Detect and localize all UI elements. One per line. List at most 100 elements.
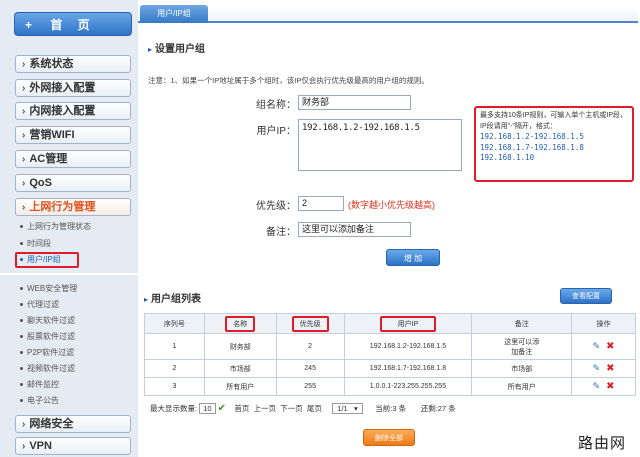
column-header-remark: 备注 [471, 313, 573, 334]
bullet-icon [20, 303, 23, 307]
remark-label: 备注： [266, 227, 296, 238]
submenu-video-filter[interactable]: 视频软件过滤 [20, 363, 75, 374]
menu-ac-management[interactable]: › AC管理 [15, 150, 131, 168]
tab-bar: 用户/IP组 [138, 5, 638, 23]
remark-input[interactable]: 这里可以添加备注 [298, 222, 411, 237]
view-config-button[interactable]: 查看配置 [560, 288, 612, 304]
home-icon: + [25, 18, 33, 32]
home-label: 首 页 [50, 18, 96, 32]
cell-name: 市场部 [203, 359, 277, 378]
bullet-icon [20, 399, 23, 403]
priority-label: 优先级： [256, 201, 296, 212]
cell-remark: 所有用户 [471, 377, 573, 396]
submenu-web-security[interactable]: WEB安全管理 [20, 283, 77, 294]
user-group-list-panel: ▸ 用户组列表 查看配置 序列号 名称 优先级 用户IP 备注 操作 1 财务部 … [138, 275, 640, 457]
group-name-input[interactable]: 财务部 [298, 95, 411, 110]
triangle-right-icon: ▸ [144, 295, 149, 304]
table-row: 3 所有用户 255 1.0.0.1-223.255.255.255 所有用户 … [144, 377, 636, 396]
form-section-title: ▸ 设置用户组 [148, 44, 206, 55]
column-header-user-ip: 用户IP [343, 313, 473, 334]
menu-vpn[interactable]: › VPN [15, 437, 131, 455]
submenu-time-period[interactable]: 时间段 [20, 238, 51, 249]
confirm-check-icon[interactable]: ✔ [218, 403, 226, 414]
first-page-link[interactable]: 首页 [234, 404, 249, 413]
ip-format-help: 最多支持10条IP规则，可输入单个主机或IP段，IP段请用"-"隔开，格式： 1… [474, 106, 634, 182]
prev-page-link[interactable]: 上一页 [254, 404, 277, 413]
submenu-proxy-filter[interactable]: 代理过滤 [20, 299, 59, 310]
menu-qos[interactable]: › QoS [15, 174, 131, 192]
bullet-icon [20, 367, 23, 371]
chevron-right-icon: › [22, 154, 26, 165]
help-example: 192.168.1.10 [480, 153, 535, 162]
cell-ip: 1.0.0.1-223.255.255.255 [343, 377, 473, 396]
last-page-link[interactable]: 尾页 [307, 404, 322, 413]
cell-ip: 192.168.1.2-192.168.1.5 [343, 333, 473, 360]
delete-icon[interactable]: ✖ [606, 363, 614, 374]
bullet-icon [20, 351, 23, 355]
priority-input[interactable]: 2 [298, 196, 344, 211]
bullet-icon [20, 335, 23, 339]
triangle-right-icon: ▸ [148, 45, 153, 54]
menu-wan-config[interactable]: › 外网接入配置 [15, 79, 131, 97]
chevron-down-icon: › [22, 202, 26, 213]
help-text: 最多支持10条IP规则，可输入单个主机或IP段，IP段请用"-"隔开，格式： [480, 112, 628, 130]
menu-lan-config[interactable]: › 内网接入配置 [15, 102, 131, 120]
next-page-link[interactable]: 下一页 [280, 404, 303, 413]
delete-icon[interactable]: ✖ [606, 381, 614, 392]
delete-all-button[interactable]: 删除全部 [363, 429, 415, 446]
home-button[interactable]: + 首 页 [14, 12, 132, 36]
max-display-label: 最大显示数量: [150, 404, 198, 413]
submenu-chat-filter[interactable]: 聊天软件过滤 [20, 315, 75, 326]
edit-icon[interactable]: ✎ [593, 381, 601, 391]
bullet-icon [20, 242, 23, 246]
chevron-right-icon: › [22, 106, 26, 117]
priority-hint: (数字越小优先级越高) [348, 200, 435, 210]
menu-marketing-wifi[interactable]: › 营销WIFI [15, 126, 131, 144]
cell-name: 财务部 [203, 333, 277, 360]
cell-ip: 192.168.1.7-192.168.1.8 [343, 359, 473, 378]
submenu-behavior-status[interactable]: 上网行为管理状态 [20, 221, 91, 232]
form-note: 注意：1、如果一个IP地址属于多个组时，该IP仅会执行优先级最高的用户组的规则。 [148, 76, 429, 85]
delete-icon[interactable]: ✖ [606, 341, 614, 352]
menu-network-security[interactable]: › 网络安全 [15, 415, 131, 433]
help-example: 192.168.1.7-192.168.1.8 [480, 142, 584, 152]
table-row: 1 财务部 2 192.168.1.2-192.168.1.5 这里可以添 加备注… [144, 333, 636, 360]
cell-actions: ✎ ✖ [571, 359, 636, 378]
tab-user-ip-group[interactable]: 用户/IP组 [140, 5, 208, 23]
submenu-mail-monitor[interactable]: 邮件监控 [20, 379, 59, 390]
submenu-user-ip-group[interactable]: 用户/IP组 [15, 252, 79, 268]
bullet-icon [20, 225, 23, 229]
cell-id: 1 [144, 333, 205, 360]
cell-priority: 255 [275, 377, 345, 396]
cell-remark: 市场部 [471, 359, 573, 378]
table-header-row: 序列号 名称 优先级 用户IP 备注 操作 [144, 313, 636, 334]
submenu-stock-filter[interactable]: 股票软件过滤 [20, 331, 75, 342]
edit-icon[interactable]: ✎ [593, 363, 601, 373]
cell-id: 2 [144, 359, 205, 378]
cell-priority: 245 [275, 359, 345, 378]
chevron-right-icon: › [22, 178, 26, 189]
edit-icon[interactable]: ✎ [593, 341, 601, 351]
cell-priority: 2 [275, 333, 345, 360]
sidebar: + 首 页 › 系统状态 › 外网接入配置 › 内网接入配置 › 营销WIFI › AC管… [0, 0, 138, 457]
watermark: 路由网 [578, 435, 627, 452]
user-group-form-panel: 用户/IP组 ▸ 设置用户组 注意：1、如果一个IP地址属于多个组时，该IP仅会执… [138, 0, 640, 273]
bullet-icon [20, 319, 23, 323]
bullet-icon [20, 258, 23, 262]
max-display-input[interactable]: 10 [199, 403, 216, 414]
add-button[interactable]: 增 加 [386, 249, 440, 266]
page-select[interactable]: 1/1 ▾ [332, 403, 363, 414]
submenu-p2p-filter[interactable]: P2P软件过滤 [20, 347, 74, 358]
column-header-id: 序列号 [144, 313, 205, 334]
user-ip-textarea[interactable]: 192.168.1.2-192.168.1.5 [298, 119, 462, 171]
bullet-icon [20, 383, 23, 387]
column-header-priority: 优先级 [275, 313, 345, 334]
menu-system-status[interactable]: › 系统状态 [15, 55, 131, 73]
menu-behavior-management[interactable]: › 上网行为管理 [15, 198, 131, 216]
column-header-name: 名称 [203, 313, 277, 334]
submenu-bulletin[interactable]: 电子公告 [20, 395, 59, 406]
bullet-icon [20, 287, 23, 291]
cell-id: 3 [144, 377, 205, 396]
cell-actions: ✎ ✖ [571, 333, 636, 360]
list-section-title: ▸ 用户组列表 [144, 294, 202, 305]
